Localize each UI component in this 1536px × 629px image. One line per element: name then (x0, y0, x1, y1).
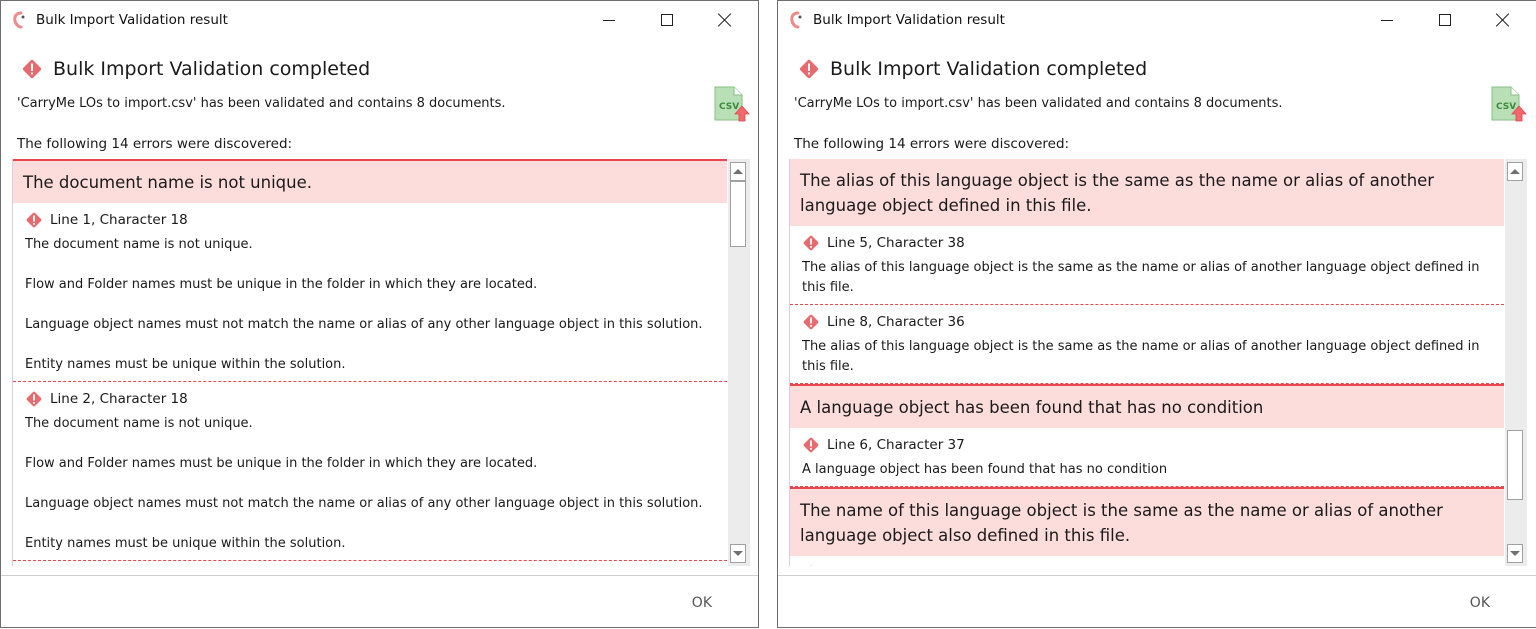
close-icon (1496, 13, 1510, 27)
chevron-up-icon (733, 169, 743, 174)
error-item[interactable]: Line 5, Character 38 The alias of this la… (790, 226, 1504, 305)
error-message: The document name is not unique. (25, 237, 253, 252)
error-location-text: Line 2, Character 18 (50, 391, 188, 407)
error-location: Line 5, Character 38 (802, 232, 1494, 254)
error-location-text: Line 5, Character 38 (827, 235, 965, 251)
error-list[interactable]: The document name is not unique. Line 1, … (12, 159, 750, 566)
errors-count-label: The following 14 errors were discovered: (17, 136, 293, 152)
chevron-down-icon (733, 551, 743, 556)
ok-button[interactable]: OK (1464, 593, 1496, 613)
maximize-icon (661, 14, 673, 26)
title-bar[interactable]: Bulk Import Validation result (778, 1, 1536, 39)
error-diamond-icon (803, 235, 819, 251)
vertical-scrollbar[interactable] (1505, 159, 1527, 566)
error-list[interactable]: The alias of this language object is the… (789, 159, 1527, 566)
csv-icon-label: CSV (1496, 102, 1516, 112)
error-message: A language object has been found that ha… (802, 462, 1168, 477)
minimize-icon (603, 19, 615, 21)
chevron-down-icon (1510, 551, 1520, 556)
error-message: Language object names must not match the… (25, 496, 703, 511)
error-messages: The document name is not unique. Flow and… (25, 235, 717, 375)
error-messages: A language object has been found that ha… (802, 460, 1494, 480)
app-logo-icon (790, 11, 802, 29)
footer-divider (1, 575, 758, 576)
title-bar[interactable]: Bulk Import Validation result (1, 1, 758, 39)
close-button[interactable] (696, 1, 754, 39)
error-message: Flow and Folder names must be unique in … (25, 456, 538, 471)
error-group-header: The alias of this language object is the… (790, 159, 1504, 226)
error-diamond-icon (26, 212, 42, 228)
error-message: The alias of this language object is the… (802, 339, 1480, 374)
error-message: The document name is not unique. (25, 416, 253, 431)
errors-count-label: The following 14 errors were discovered: (794, 136, 1070, 152)
error-message: The alias of this language object is the… (802, 260, 1480, 295)
minimize-icon (1381, 19, 1393, 21)
footer-divider (778, 575, 1536, 576)
chevron-up-icon (1510, 169, 1520, 174)
scroll-down-button[interactable] (730, 544, 746, 563)
window-title: Bulk Import Validation result (36, 12, 228, 28)
error-message: Flow and Folder names must be unique in … (25, 277, 538, 292)
validation-summary: 'CarryMe LOs to import.csv' has been val… (794, 96, 1283, 111)
error-diamond-icon (803, 565, 819, 566)
heading-text: Bulk Import Validation completed (53, 58, 371, 80)
error-location: Line 2, Character 18 (25, 388, 717, 410)
error-location: Line 6, Character 37 (802, 434, 1494, 456)
error-message: Entity names must be unique within the s… (25, 536, 346, 551)
error-location: Line 8, Character 36 (802, 311, 1494, 333)
error-message: Entity names must be unique within the s… (25, 357, 346, 372)
minimize-button[interactable] (1358, 1, 1416, 39)
scroll-up-button[interactable] (730, 162, 746, 181)
error-item[interactable]: Line 2, Character 18 The document name is… (13, 382, 727, 561)
error-messages: The document name is not unique. Flow and… (25, 414, 717, 554)
error-group-header: A language object has been found that ha… (790, 384, 1504, 428)
scroll-up-button[interactable] (1507, 162, 1523, 181)
validation-result-window-1: Bulk Import Validation result Bulk Impor… (0, 0, 759, 628)
error-diamond-icon (803, 314, 819, 330)
error-item[interactable]: Line 8, Character 18 (790, 556, 1504, 566)
maximize-button[interactable] (638, 1, 696, 39)
csv-icon-label: CSV (719, 102, 739, 112)
error-item[interactable]: Line 6, Character 37 A language object ha… (790, 428, 1504, 487)
app-logo-icon (13, 11, 25, 29)
scroll-down-button[interactable] (1507, 544, 1523, 563)
error-list-content: The alias of this language object is the… (790, 159, 1504, 566)
ok-button[interactable]: OK (686, 593, 718, 613)
csv-upload-icon: CSV (1491, 86, 1527, 122)
error-group-header: The name of this language object is the … (790, 487, 1504, 556)
close-button[interactable] (1474, 1, 1532, 39)
error-location-text: Line 8, Character 18 (827, 565, 965, 566)
scrollbar-thumb[interactable] (1507, 430, 1523, 501)
close-icon (718, 13, 732, 27)
error-item[interactable]: Line 8, Character 36 The alias of this la… (790, 305, 1504, 384)
scrollbar-thumb[interactable] (730, 181, 746, 247)
minimize-button[interactable] (580, 1, 638, 39)
error-diamond-icon (799, 59, 819, 79)
csv-upload-icon: CSV (714, 86, 750, 122)
maximize-button[interactable] (1416, 1, 1474, 39)
dialog-heading: Bulk Import Validation completed (798, 58, 1147, 80)
error-diamond-icon (803, 437, 819, 453)
error-location-text: Line 8, Character 36 (827, 314, 965, 330)
dialog-heading: Bulk Import Validation completed (21, 58, 370, 80)
error-location: Line 8, Character 18 (802, 562, 1494, 566)
error-diamond-icon (26, 391, 42, 407)
error-messages: The alias of this language object is the… (802, 337, 1494, 377)
validation-result-window-2: Bulk Import Validation result Bulk Impor… (777, 0, 1536, 628)
error-group-header: The document name is not unique. (13, 159, 727, 203)
error-message: Language object names must not match the… (25, 317, 703, 332)
maximize-icon (1439, 14, 1451, 26)
validation-summary: 'CarryMe LOs to import.csv' has been val… (17, 96, 506, 111)
error-item[interactable]: Line 1, Character 18 The document name is… (13, 203, 727, 382)
window-title: Bulk Import Validation result (813, 12, 1005, 28)
error-location-text: Line 1, Character 18 (50, 212, 188, 228)
error-list-content: The document name is not unique. Line 1, … (13, 159, 727, 561)
vertical-scrollbar[interactable] (728, 159, 750, 566)
error-messages: The alias of this language object is the… (802, 258, 1494, 298)
error-diamond-icon (22, 59, 42, 79)
error-location-text: Line 6, Character 37 (827, 437, 965, 453)
heading-text: Bulk Import Validation completed (830, 58, 1148, 80)
error-location: Line 1, Character 18 (25, 209, 717, 231)
